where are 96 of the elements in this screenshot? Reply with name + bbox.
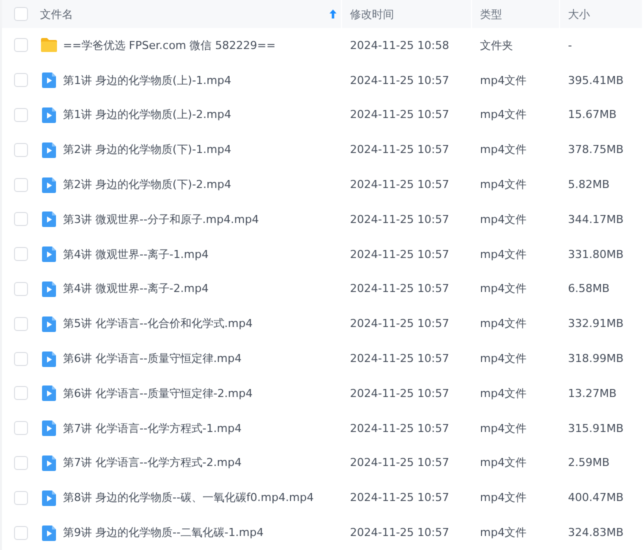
file-size: 331.80MB: [568, 248, 624, 261]
file-name[interactable]: 第5讲 化学语言--化合价和化学式.mp4: [63, 316, 253, 332]
file-size: 324.83MB: [568, 526, 624, 540]
video-file-icon: [40, 106, 58, 124]
modified-date: 2024-11-25 10:57: [350, 143, 450, 156]
video-file-icon: [40, 314, 58, 333]
file-type: mp4文件: [480, 177, 527, 192]
checkbox[interactable]: [14, 526, 28, 540]
file-type: mp4文件: [480, 351, 527, 366]
file-name[interactable]: 第4讲 微观世界--离子-2.mp4: [63, 281, 209, 296]
video-file-icon: [40, 140, 58, 159]
file-size: 395.41MB: [568, 74, 624, 87]
column-header[interactable]: 大小: [568, 6, 590, 22]
file-type: mp4文件: [480, 525, 527, 540]
file-type: mp4文件: [480, 142, 527, 158]
checkbox[interactable]: [14, 73, 28, 88]
checkbox[interactable]: [14, 421, 28, 436]
file-name[interactable]: ==学爸优选 FPSer.com 微信 582229==: [63, 38, 276, 53]
file-name[interactable]: 第7讲 化学语言--化学方程式-2.mp4: [63, 455, 242, 470]
modified-date: 2024-11-25 10:57: [350, 212, 450, 226]
file-size: -: [568, 38, 572, 52]
file-size: 15.67MB: [568, 108, 617, 122]
video-file-icon: [40, 350, 58, 368]
file-size: 6.58MB: [568, 282, 610, 296]
modified-date: 2024-11-25 10:58: [350, 38, 450, 52]
video-file-icon: [40, 280, 58, 298]
file-name[interactable]: 第9讲 身边的化学物质--二氧化碳-1.mp4: [63, 525, 264, 540]
file-type: mp4文件: [480, 316, 527, 332]
video-file-icon: [40, 488, 58, 507]
checkbox[interactable]: [14, 38, 28, 52]
file-size: 318.99MB: [568, 352, 624, 366]
file-size: 332.91MB: [568, 317, 624, 330]
checkbox[interactable]: [14, 386, 28, 400]
file-name[interactable]: 第8讲 身边的化学物质--碳、一氧化碳f0.mp4.mp4: [63, 490, 314, 506]
checkbox[interactable]: [14, 316, 28, 331]
checkbox[interactable]: [14, 490, 28, 505]
checkbox[interactable]: [14, 282, 28, 296]
file-name[interactable]: 第6讲 化学语言--质量守恒定律.mp4: [63, 351, 242, 366]
checkbox[interactable]: [14, 108, 28, 122]
file-size: 400.47MB: [568, 491, 624, 504]
file-size: 378.75MB: [568, 143, 624, 156]
file-type: mp4文件: [480, 107, 527, 122]
file-name[interactable]: 第2讲 身边的化学物质(下)-1.mp4: [63, 142, 232, 158]
modified-date: 2024-11-25 10:57: [350, 456, 450, 470]
modified-date: 2024-11-25 10:57: [350, 491, 450, 504]
column-header[interactable]: 文件名: [40, 6, 73, 22]
file-type: mp4文件: [480, 72, 527, 88]
file-size: 2.59MB: [568, 456, 610, 470]
checkbox[interactable]: [14, 142, 28, 157]
modified-date: 2024-11-25 10:57: [350, 352, 450, 366]
file-type: mp4文件: [480, 490, 527, 506]
file-name[interactable]: 第3讲 微观世界--分子和原子.mp4.mp4: [63, 212, 259, 227]
modified-date: 2024-11-25 10:57: [350, 317, 450, 330]
column-header[interactable]: 类型: [480, 6, 502, 22]
video-file-icon: [40, 210, 58, 228]
checkbox[interactable]: [14, 178, 28, 192]
checkbox[interactable]: [14, 456, 28, 470]
file-type: mp4文件: [480, 420, 527, 436]
file-name[interactable]: 第2讲 身边的化学物质(下)-2.mp4: [63, 177, 232, 192]
video-file-icon: [40, 384, 58, 402]
video-file-icon: [40, 524, 58, 542]
column-header[interactable]: 修改时间: [350, 6, 394, 22]
file-size: 344.17MB: [568, 212, 624, 226]
file-type: 文件夹: [480, 38, 513, 53]
checkbox[interactable]: [14, 247, 28, 262]
file-type: mp4文件: [480, 246, 527, 262]
file-size: 5.82MB: [568, 178, 610, 192]
checkbox[interactable]: [14, 352, 28, 366]
modified-date: 2024-11-25 10:57: [350, 178, 450, 192]
video-file-icon: [40, 71, 58, 90]
file-name[interactable]: 第7讲 化学语言--化学方程式-1.mp4: [63, 420, 242, 436]
file-type: mp4文件: [480, 386, 527, 401]
checkbox[interactable]: [14, 212, 28, 226]
modified-date: 2024-11-25 10:57: [350, 386, 450, 400]
file-name[interactable]: 第1讲 身边的化学物质(上)-1.mp4: [63, 72, 232, 88]
modified-date: 2024-11-25 10:57: [350, 108, 450, 122]
modified-date: 2024-11-25 10:57: [350, 526, 450, 540]
video-file-icon: [40, 454, 58, 472]
modified-date: 2024-11-25 10:57: [350, 248, 450, 261]
file-type: mp4文件: [480, 281, 527, 296]
file-size: 315.91MB: [568, 422, 624, 435]
file-name[interactable]: 第6讲 化学语言--质量守恒定律-2.mp4: [63, 386, 253, 401]
file-type: mp4文件: [480, 455, 527, 470]
file-name[interactable]: 第1讲 身边的化学物质(上)-2.mp4: [63, 107, 232, 122]
sort-arrow-icon[interactable]: [329, 9, 337, 19]
file-size: 13.27MB: [568, 386, 617, 400]
file-type: mp4文件: [480, 212, 527, 227]
folder-icon: [40, 36, 58, 54]
video-file-icon: [40, 245, 58, 264]
video-file-icon: [40, 176, 58, 194]
file-name[interactable]: 第4讲 微观世界--离子-1.mp4: [63, 246, 209, 262]
modified-date: 2024-11-25 10:57: [350, 74, 450, 87]
modified-date: 2024-11-25 10:57: [350, 422, 450, 435]
checkbox[interactable]: [14, 7, 28, 21]
modified-date: 2024-11-25 10:57: [350, 282, 450, 296]
video-file-icon: [40, 419, 58, 438]
